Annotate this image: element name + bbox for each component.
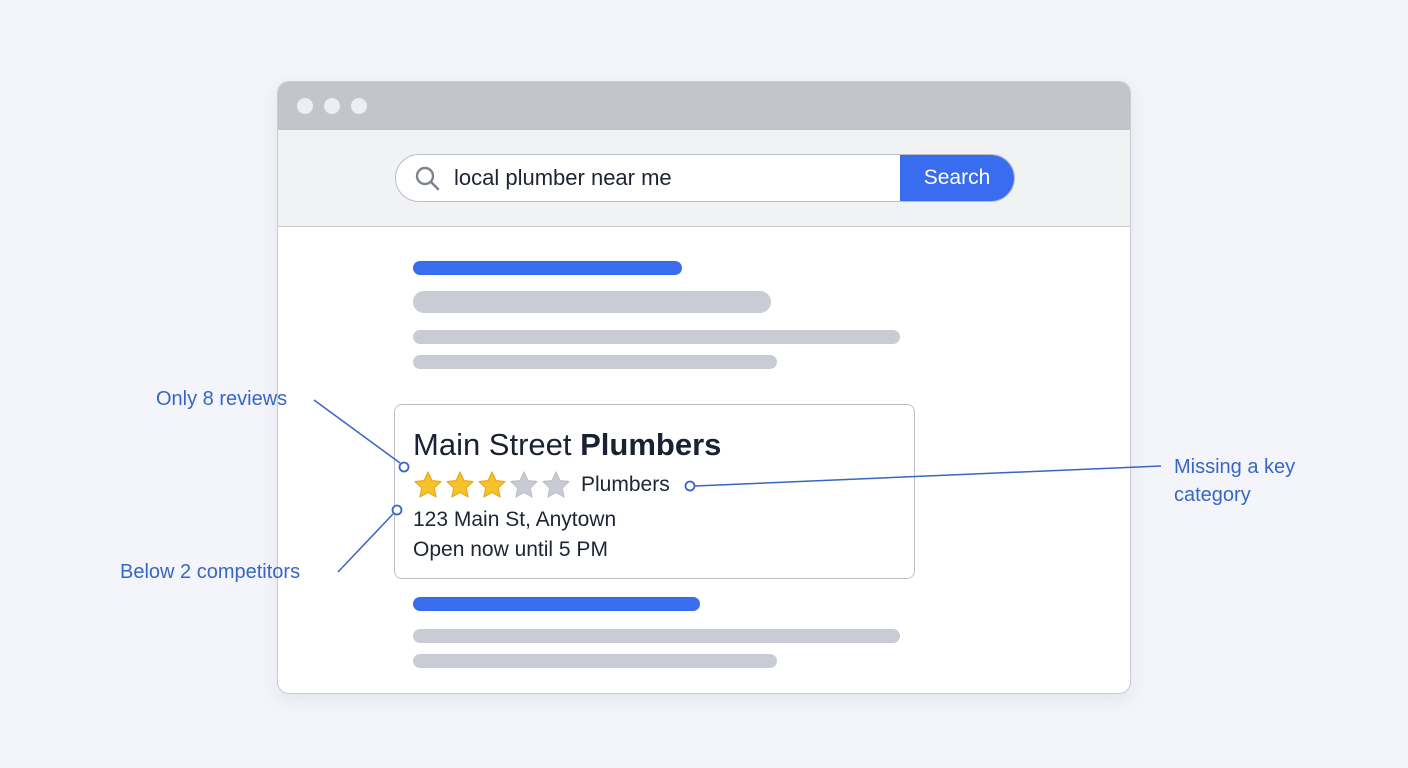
result-snippet-placeholder [413,629,900,643]
star-filled-icon [414,471,442,498]
star-empty-icon [542,471,570,498]
annotation-ranking: Below 2 competitors [120,561,301,583]
business-hours: Open now until 5 PM [413,538,608,561]
result-url-placeholder [413,291,771,313]
star-rating [413,470,571,500]
result-title-placeholder [413,597,700,611]
browser-titlebar [278,82,1130,130]
browser-window: local plumber near me Search [277,81,1131,694]
result-snippet-placeholder [413,330,900,344]
business-name-bold: Plumbers [580,427,722,462]
star-filled-icon [446,471,474,498]
search-button[interactable]: Search [900,155,1014,201]
search-toolbar: local plumber near me Search [278,130,1130,227]
star-empty-icon [510,471,538,498]
search-icon [415,166,440,191]
business-address: 123 Main St, Anytown [413,508,617,531]
business-category: Plumbers [581,473,670,496]
search-box[interactable]: local plumber near me Search [395,154,1015,202]
annotation-reviews: Only 8 reviews [156,388,288,410]
local-business-card[interactable]: Main Street Plumbers Plumbers 123 Main S… [394,404,915,579]
window-control-dot[interactable] [351,98,367,114]
star-filled-icon [478,471,506,498]
result-title-placeholder [413,261,682,275]
illustration-stage: local plumber near me Search Main Street… [0,0,1408,768]
business-name[interactable]: Main Street Plumbers [413,427,721,463]
result-snippet-placeholder [413,654,777,668]
window-control-dot[interactable] [324,98,340,114]
search-input[interactable]: local plumber near me [454,155,894,200]
business-name-regular: Main Street [413,427,581,462]
annotation-category: Missing a key category [1174,456,1296,506]
result-snippet-placeholder [413,355,777,369]
window-control-dot[interactable] [297,98,313,114]
